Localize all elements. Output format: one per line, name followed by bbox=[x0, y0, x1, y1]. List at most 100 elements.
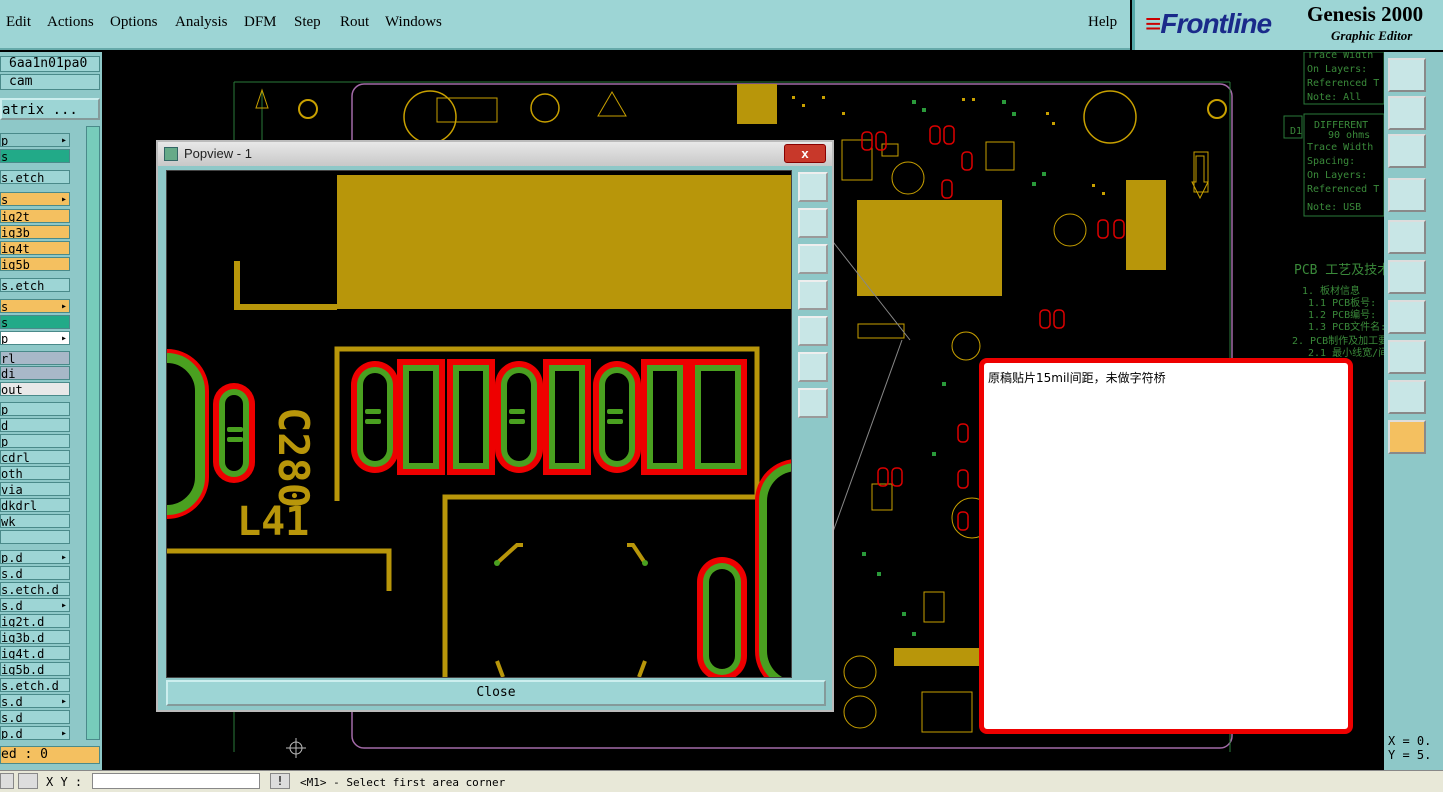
menu-rout[interactable]: Rout bbox=[340, 14, 369, 31]
layer-item[interactable]: cdrl bbox=[0, 450, 70, 464]
product-subtitle: Graphic Editor bbox=[1331, 28, 1413, 43]
pv-zoom-in-icon[interactable] bbox=[798, 172, 828, 202]
layer-item[interactable]: oth bbox=[0, 466, 70, 480]
layer-item[interactable]: s.etch bbox=[0, 278, 70, 292]
window-close-icon[interactable]: x bbox=[784, 144, 826, 163]
layer-item[interactable]: p.d ▸ bbox=[0, 550, 70, 564]
pv-pan-left-icon[interactable] bbox=[798, 280, 828, 310]
pv-pan-down-icon[interactable] bbox=[798, 244, 828, 274]
layer-menu-arrow-icon[interactable]: ▸ bbox=[61, 551, 67, 563]
layer-item[interactable]: ig2t.d bbox=[0, 614, 70, 628]
layer-item[interactable]: s.d bbox=[0, 566, 70, 580]
tool-zoom-home-icon[interactable] bbox=[1388, 58, 1426, 92]
tool-pointer-icon[interactable] bbox=[1388, 420, 1426, 454]
layer-item[interactable] bbox=[0, 530, 70, 544]
layer-label: s.etch bbox=[1, 171, 45, 184]
layer-item[interactable]: ig3b.d bbox=[0, 630, 70, 644]
tool-pan-left-icon[interactable] bbox=[1388, 96, 1426, 130]
layer-item[interactable]: d bbox=[0, 418, 70, 432]
layer-label: ig2t.d bbox=[1, 615, 45, 628]
tool-zoom-fit-icon[interactable] bbox=[1388, 134, 1426, 168]
layer-menu-arrow-icon[interactable]: ▸ bbox=[61, 695, 67, 707]
layer-item[interactable]: s bbox=[0, 149, 70, 163]
review-note[interactable]: 原稿贴片15mil间距，未做字符桥 bbox=[979, 358, 1353, 734]
frontline-logo-stripes: ≡ bbox=[1145, 8, 1161, 39]
layer-label: s bbox=[1, 316, 9, 329]
popview-canvas[interactable]: C280 L41 bbox=[166, 170, 792, 678]
layer-item[interactable]: p.d ▸ bbox=[0, 726, 70, 740]
layer-item[interactable]: s.d ▸ bbox=[0, 598, 70, 612]
menu-windows[interactable]: Windows bbox=[385, 14, 442, 31]
layer-menu-arrow-icon[interactable]: ▸ bbox=[61, 727, 67, 739]
pv-zoom-fit-icon[interactable] bbox=[798, 352, 828, 382]
legend-line: Referenced T bbox=[1307, 184, 1379, 195]
menu-edit[interactable]: Edit bbox=[6, 14, 31, 31]
tool-line-icon[interactable] bbox=[1388, 300, 1426, 334]
layer-item[interactable]: s.etch bbox=[0, 170, 70, 184]
layer-item[interactable]: p bbox=[0, 402, 70, 416]
pv-zoom-center-icon[interactable] bbox=[798, 388, 828, 418]
snap-icon[interactable] bbox=[0, 773, 14, 789]
layer-item[interactable]: via bbox=[0, 482, 70, 496]
layer-item[interactable]: s.d ▸ bbox=[0, 694, 70, 708]
layer-label: s.etch.d bbox=[1, 679, 59, 692]
layer-item[interactable]: wk bbox=[0, 514, 70, 528]
layer-item[interactable]: rl bbox=[0, 351, 70, 365]
layer-menu-arrow-icon[interactable]: ▸ bbox=[61, 599, 67, 611]
menu-options[interactable]: Options bbox=[110, 14, 158, 31]
layer-item[interactable]: out bbox=[0, 382, 70, 396]
layer-label: ig5b.d bbox=[1, 663, 45, 676]
pv-pan-right-icon[interactable] bbox=[798, 316, 828, 346]
layer-label: rl bbox=[1, 352, 16, 365]
menu-help[interactable]: Help bbox=[1088, 14, 1117, 31]
process-line: 1.3 PCB文件名: bbox=[1308, 320, 1384, 333]
legend-line: 90 ohms bbox=[1328, 130, 1370, 141]
layer-item[interactable]: s bbox=[0, 315, 70, 329]
matrix-button[interactable]: atrix ... bbox=[0, 98, 100, 120]
tool-measure-icon[interactable] bbox=[1388, 178, 1426, 212]
layer-item[interactable]: ig3b bbox=[0, 225, 70, 239]
layer-menu-arrow-icon[interactable]: ▸ bbox=[61, 134, 67, 146]
menu-dfm[interactable]: DFM bbox=[244, 14, 277, 31]
layer-item[interactable]: di bbox=[0, 366, 70, 380]
xy-input[interactable] bbox=[92, 773, 260, 789]
layer-item[interactable]: ig2t bbox=[0, 209, 70, 223]
popview-titlebar[interactable]: Popview - 1 x bbox=[158, 142, 832, 166]
tool-select-box-icon[interactable] bbox=[1388, 220, 1426, 254]
pv-pan-up-icon[interactable] bbox=[798, 208, 828, 238]
layer-item[interactable]: s.d bbox=[0, 710, 70, 724]
layer-item[interactable]: ig5b bbox=[0, 257, 70, 271]
tool-triangle-icon[interactable] bbox=[1388, 380, 1426, 414]
layer-item[interactable]: p ▸ bbox=[0, 133, 70, 147]
job-name[interactable]: 6aa1n01pa0 bbox=[0, 56, 100, 72]
legend-line: Note: All bbox=[1307, 92, 1361, 103]
menu-analysis[interactable]: Analysis bbox=[175, 14, 228, 31]
step-name[interactable]: cam bbox=[0, 74, 100, 90]
menu-step[interactable]: Step bbox=[294, 14, 321, 31]
layer-menu-arrow-icon[interactable]: ▸ bbox=[61, 300, 67, 312]
alert-icon[interactable]: ! bbox=[270, 773, 290, 789]
layer-item[interactable]: s ▸ bbox=[0, 299, 70, 313]
layer-item[interactable]: s.etch.d bbox=[0, 582, 70, 596]
layer-label: ig4t.d bbox=[1, 647, 45, 660]
layer-item[interactable]: p ▸ bbox=[0, 331, 70, 345]
layer-item[interactable]: ig4t bbox=[0, 241, 70, 255]
tool-connect-icon[interactable] bbox=[1388, 260, 1426, 294]
layer-item[interactable]: p bbox=[0, 434, 70, 448]
layer-item[interactable]: s.etch.d bbox=[0, 678, 70, 692]
grid-icon[interactable] bbox=[18, 773, 38, 789]
layer-item[interactable]: s ▸ bbox=[0, 192, 70, 206]
layer-menu-arrow-icon[interactable]: ▸ bbox=[61, 193, 67, 205]
tool-pad-icon[interactable] bbox=[1388, 340, 1426, 374]
layer-label: p bbox=[1, 435, 9, 448]
layer-menu-arrow-icon[interactable]: ▸ bbox=[61, 332, 67, 344]
layer-label: p bbox=[1, 134, 9, 147]
layer-label: ig3b bbox=[1, 226, 30, 239]
layer-label: p.d bbox=[1, 727, 23, 740]
layer-item[interactable]: dkdrl bbox=[0, 498, 70, 512]
layer-item[interactable]: ig5b.d bbox=[0, 662, 70, 676]
layer-item[interactable]: ig4t.d bbox=[0, 646, 70, 660]
layer-scrollbar[interactable] bbox=[86, 126, 100, 740]
popview-close-button[interactable]: Close bbox=[166, 680, 826, 706]
menu-actions[interactable]: Actions bbox=[47, 14, 94, 31]
